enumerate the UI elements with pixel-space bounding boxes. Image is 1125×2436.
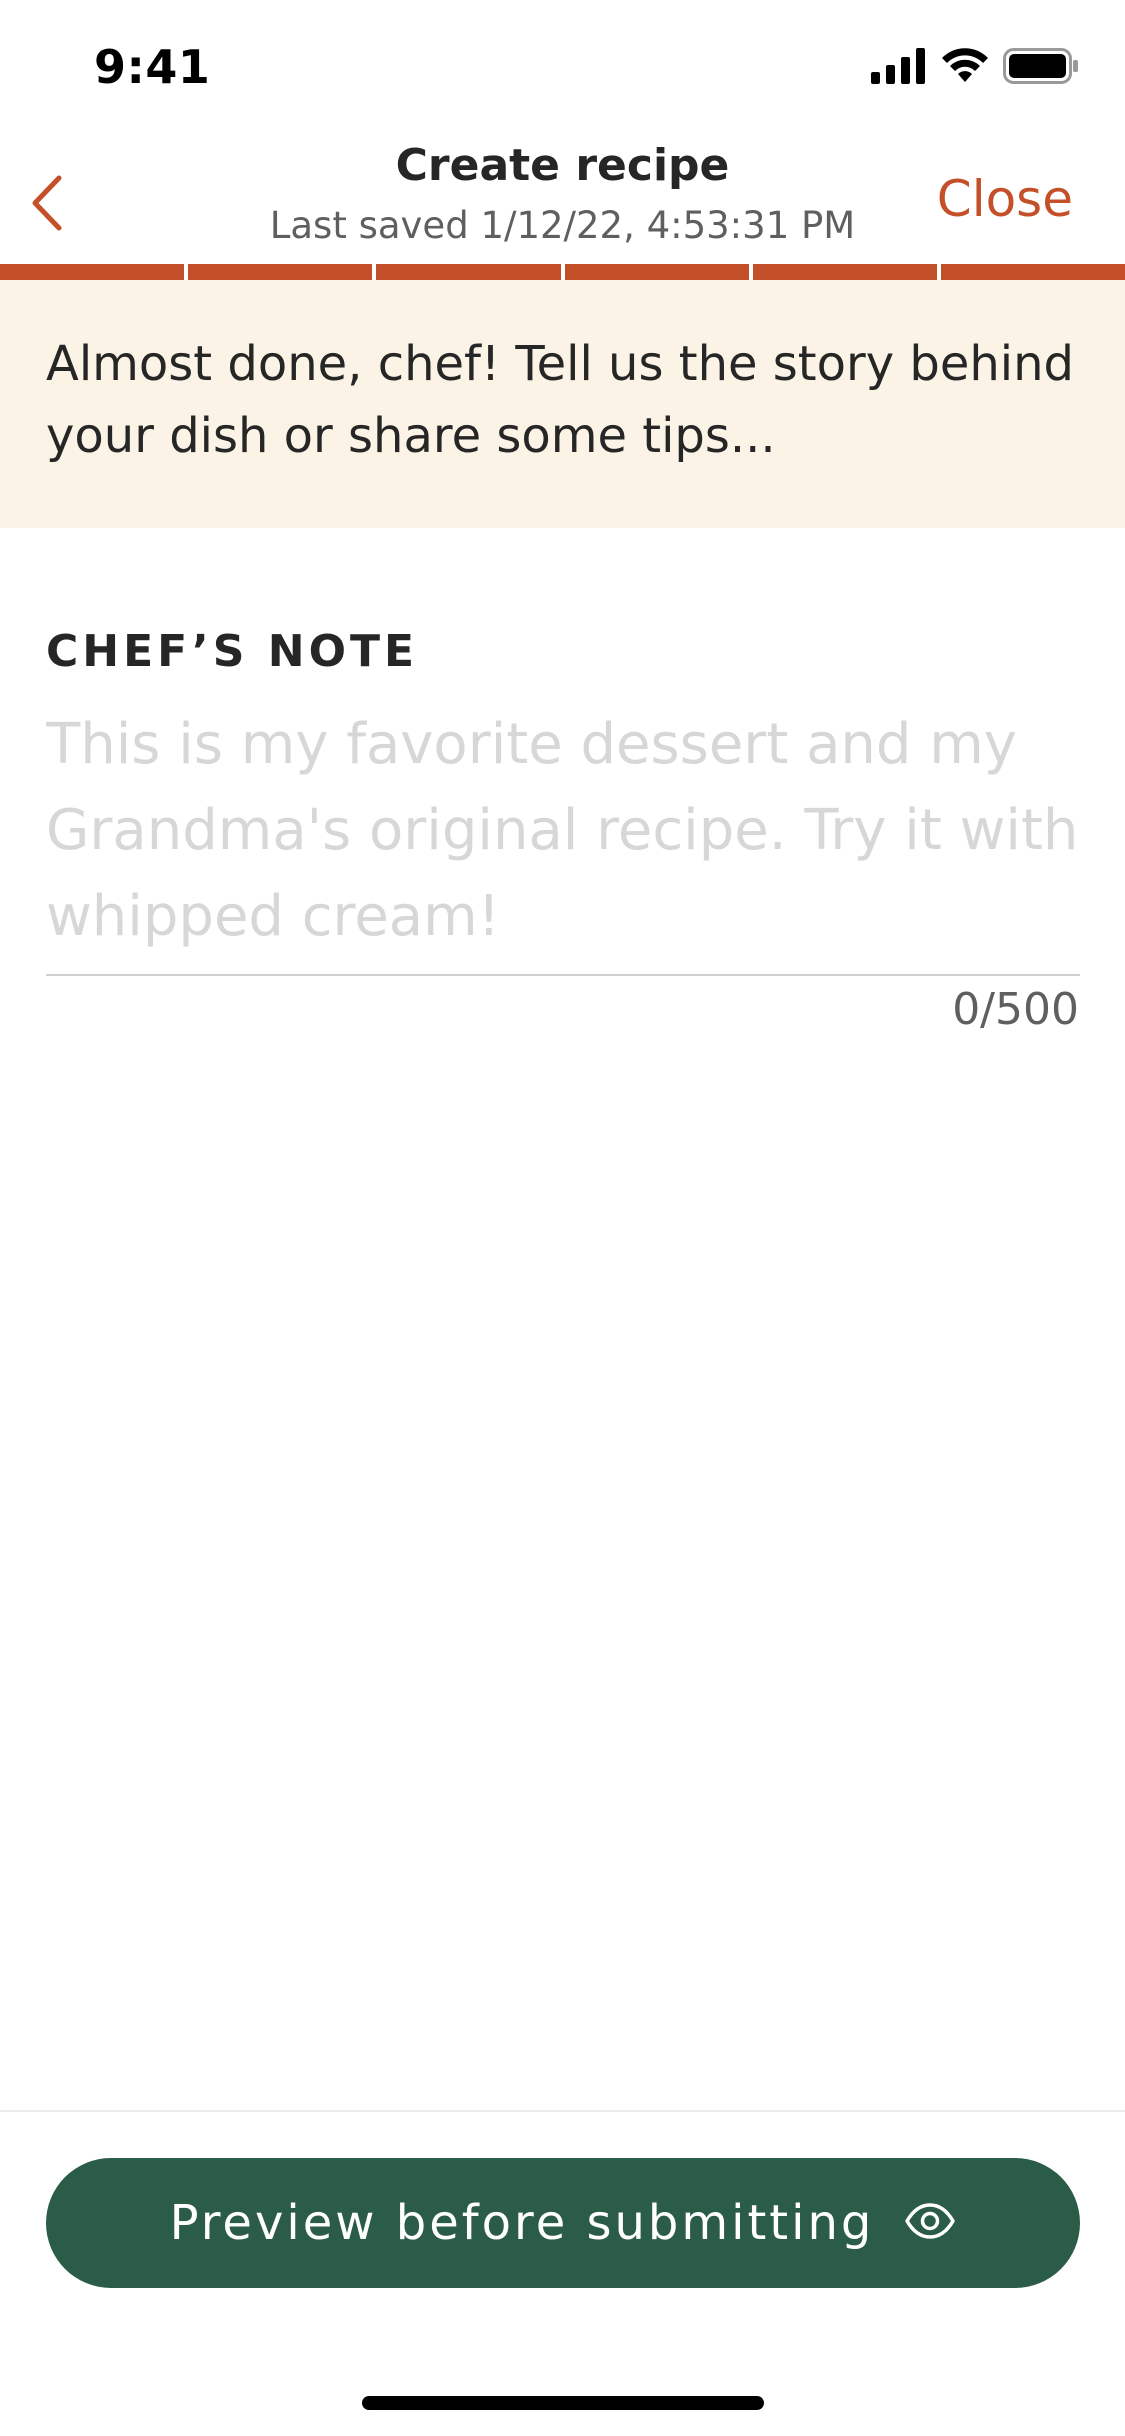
character-count: 0/500 [952, 984, 1079, 1035]
nav-header: Create recipe Last saved 1/12/22, 4:53:3… [0, 130, 1125, 264]
progress-segment [376, 264, 561, 280]
banner-text: Almost done, chef! Tell us the story beh… [46, 336, 1075, 464]
progress-segment [188, 264, 373, 280]
status-icons [871, 48, 1079, 88]
tip-banner: Almost done, chef! Tell us the story beh… [0, 280, 1125, 528]
close-button[interactable]: Close [937, 170, 1073, 228]
preview-button-label: Preview before submitting [169, 2195, 875, 2251]
eye-icon [904, 2203, 956, 2243]
footer-divider [0, 2110, 1125, 2112]
progress-segment [0, 264, 185, 280]
status-time: 9:41 [94, 40, 211, 94]
chef-note-label: CHEF’S NOTE [46, 626, 419, 677]
cellular-signal-icon [871, 48, 927, 88]
progress-segment [752, 264, 937, 280]
chef-note-input[interactable] [46, 702, 1080, 976]
step-progress-bar [0, 264, 1125, 280]
wifi-icon [941, 48, 989, 88]
progress-segment [564, 264, 749, 280]
preview-before-submitting-button[interactable]: Preview before submitting [46, 2158, 1080, 2288]
status-bar: 9:41 [0, 0, 1125, 140]
create-recipe-screen: 9:41 Create recipe Last saved 1/12/22, 4… [0, 0, 1125, 2436]
battery-icon [1003, 48, 1079, 88]
home-indicator [362, 2396, 764, 2410]
progress-segment [940, 264, 1125, 280]
